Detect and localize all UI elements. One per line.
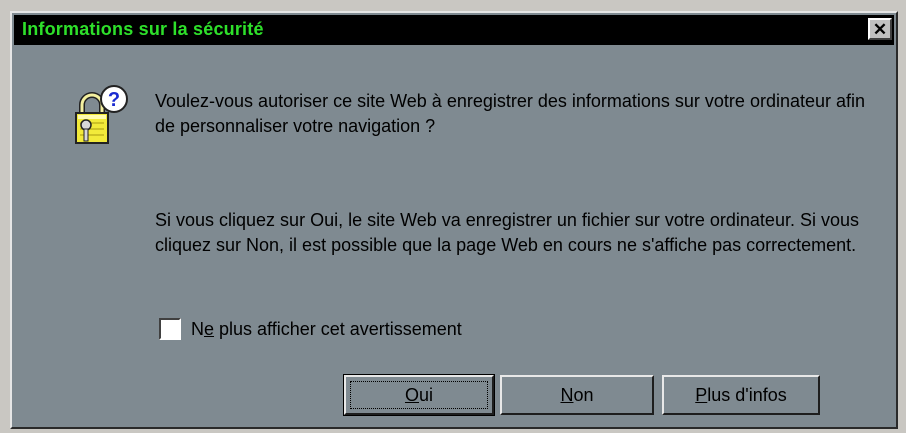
no-button-label: Non xyxy=(560,384,594,405)
no-button[interactable]: Non xyxy=(500,375,654,415)
svg-text:?: ? xyxy=(108,89,120,111)
yes-button[interactable]: Oui xyxy=(343,374,495,416)
dont-show-again-option[interactable]: Ne plus afficher cet avertissement xyxy=(159,318,462,340)
more-info-button-label: Plus d'infos xyxy=(695,384,787,405)
yes-button-label: Oui xyxy=(404,384,434,405)
close-icon: ✕ xyxy=(872,19,888,39)
dialog-question: Voulez-vous autoriser ce site Web à enre… xyxy=(155,91,866,136)
dialog-title: Informations sur la sécurité xyxy=(22,19,264,39)
dialog-explanation: Si vous cliquez sur Oui, le site Web va … xyxy=(155,210,859,255)
security-dialog: Informations sur la sécurité ✕ ? Voulez-… xyxy=(10,11,898,429)
more-info-button[interactable]: Plus d'infos xyxy=(662,375,820,415)
title-bar[interactable]: Informations sur la sécurité ✕ xyxy=(14,15,894,45)
dont-show-again-checkbox[interactable] xyxy=(159,318,181,340)
lock-question-icon: ? xyxy=(68,85,130,147)
close-button[interactable]: ✕ xyxy=(868,18,892,40)
dont-show-again-label[interactable]: Ne plus afficher cet avertissement xyxy=(191,319,462,340)
